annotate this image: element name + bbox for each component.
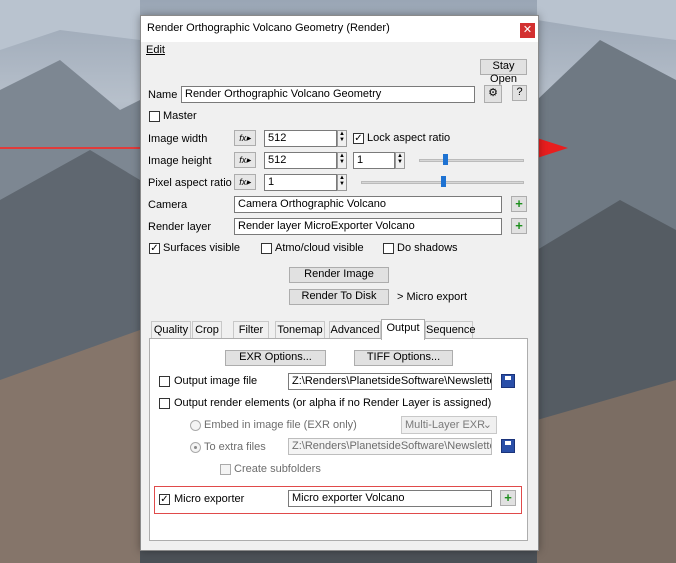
add-micro-exporter-button[interactable]: + — [500, 490, 516, 506]
pixel-aspect-label: Pixel aspect ratio — [148, 177, 232, 189]
add-render-layer-button[interactable]: + — [511, 218, 527, 234]
image-height-spinner[interactable]: ▲ ▼ — [337, 152, 347, 169]
output-image-file-path[interactable]: Z:\Renders\PlanetsideSoftware\Newsletter… — [288, 373, 492, 390]
image-height-input[interactable]: 512 — [264, 152, 337, 169]
menu-edit[interactable]: Edit — [146, 44, 165, 56]
gear-menu-button[interactable]: ⚙ — [484, 85, 502, 103]
tab-sequence[interactable]: Sequence — [425, 321, 476, 339]
render-to-disk-button[interactable]: Render To Disk — [289, 289, 389, 305]
function-icon[interactable]: fx▸ — [234, 174, 256, 190]
atmo-cloud-label: Atmo/cloud visible — [275, 242, 364, 254]
camera-label: Camera — [148, 199, 188, 211]
to-extra-files-radio[interactable] — [190, 442, 201, 453]
render-layer-field[interactable]: Render layer MicroExporter Volcano — [234, 218, 502, 235]
height-ratio-spinner[interactable]: ▲ ▼ — [395, 152, 405, 169]
master-label: Master — [163, 110, 197, 122]
output-image-file-label: Output image file — [174, 375, 258, 387]
add-camera-button[interactable]: + — [511, 196, 527, 212]
micro-exporter-label: Micro exporter — [174, 493, 245, 505]
tab-advanced[interactable]: Advanced — [329, 321, 381, 339]
height-ratio-input[interactable]: 1 — [353, 152, 395, 169]
exr-options-button[interactable]: EXR Options... — [225, 350, 326, 366]
stay-open-button[interactable]: Stay Open — [480, 59, 527, 85]
pixel-aspect-input[interactable]: 1 — [264, 174, 337, 191]
pixel-aspect-spinner[interactable]: ▲ ▼ — [337, 174, 347, 191]
render-to-disk-target: > Micro export — [397, 291, 467, 303]
tab-quality[interactable]: Quality — [151, 321, 191, 339]
embed-in-image-radio[interactable] — [190, 420, 201, 431]
save-icon[interactable] — [501, 439, 515, 453]
tab-output[interactable]: Output — [381, 319, 425, 340]
image-height-slider[interactable] — [419, 159, 524, 162]
micro-exporter-checkbox[interactable]: ✓ — [159, 494, 170, 505]
render-layer-label: Render layer — [148, 221, 211, 233]
tiff-options-button[interactable]: TIFF Options... — [354, 350, 453, 366]
tab-tonemap[interactable]: Tonemap — [275, 321, 325, 339]
output-tab-panel: EXR Options... TIFF Options... Output im… — [149, 338, 528, 541]
image-width-spinner[interactable]: ▲ ▼ — [337, 130, 347, 147]
window-title: Render Orthographic Volcano Geometry (Re… — [147, 22, 390, 34]
lock-aspect-checkbox[interactable]: ✓ — [353, 133, 364, 144]
do-shadows-checkbox[interactable] — [383, 243, 394, 254]
to-extra-files-label: To extra files — [204, 441, 266, 453]
title-bar: Render Orthographic Volcano Geometry (Re… — [141, 16, 538, 42]
surfaces-visible-checkbox[interactable]: ✓ — [149, 243, 160, 254]
name-input[interactable]: Render Orthographic Volcano Geometry — [181, 86, 475, 103]
image-height-slider-thumb[interactable] — [443, 154, 449, 165]
render-dialog: Render Orthographic Volcano Geometry (Re… — [140, 15, 539, 551]
function-icon[interactable]: fx▸ — [234, 152, 256, 168]
tab-filter[interactable]: Filter — [233, 321, 269, 339]
create-subfolders-label: Create subfolders — [234, 463, 321, 475]
plus-icon: + — [504, 490, 512, 505]
save-icon[interactable] — [501, 374, 515, 388]
surfaces-visible-label: Surfaces visible — [163, 242, 241, 254]
function-icon[interactable]: fx▸ — [234, 130, 256, 146]
plus-icon: + — [515, 218, 523, 233]
create-subfolders-checkbox[interactable] — [220, 464, 231, 475]
plus-icon: + — [515, 196, 523, 211]
output-image-file-checkbox[interactable] — [159, 376, 170, 387]
help-button[interactable]: ? — [512, 85, 527, 101]
close-button[interactable]: ✕ — [520, 23, 535, 38]
image-width-label: Image width — [148, 133, 208, 145]
image-width-input[interactable]: 512 — [264, 130, 337, 147]
multilayer-exr-value: Multi-Layer EXR — [405, 419, 486, 431]
embed-in-image-label: Embed in image file (EXR only) — [204, 419, 357, 431]
render-image-button[interactable]: Render Image — [289, 267, 389, 283]
name-label: Name — [148, 89, 178, 101]
tab-crop[interactable]: Crop — [192, 321, 222, 339]
lock-aspect-label: Lock aspect ratio — [367, 132, 451, 144]
do-shadows-label: Do shadows — [397, 242, 458, 254]
gear-icon: ⚙ — [488, 87, 498, 99]
output-render-elements-checkbox[interactable] — [159, 398, 170, 409]
extra-files-path[interactable]: Z:\Renders\PlanetsideSoftware\Newsletter… — [288, 438, 492, 455]
menu-bar: Edit — [141, 42, 538, 60]
atmo-cloud-checkbox[interactable] — [261, 243, 272, 254]
chevron-down-icon: ⌄ — [482, 419, 492, 431]
camera-field[interactable]: Camera Orthographic Volcano — [234, 196, 502, 213]
pixel-aspect-slider-thumb[interactable] — [440, 176, 446, 187]
output-render-elements-label: Output render elements (or alpha if no R… — [174, 397, 492, 409]
master-checkbox[interactable] — [149, 111, 160, 122]
multilayer-exr-select[interactable]: Multi-Layer EXR ⌄ — [401, 416, 497, 434]
image-height-label: Image height — [148, 155, 212, 167]
micro-exporter-field[interactable]: Micro exporter Volcano — [288, 490, 492, 507]
